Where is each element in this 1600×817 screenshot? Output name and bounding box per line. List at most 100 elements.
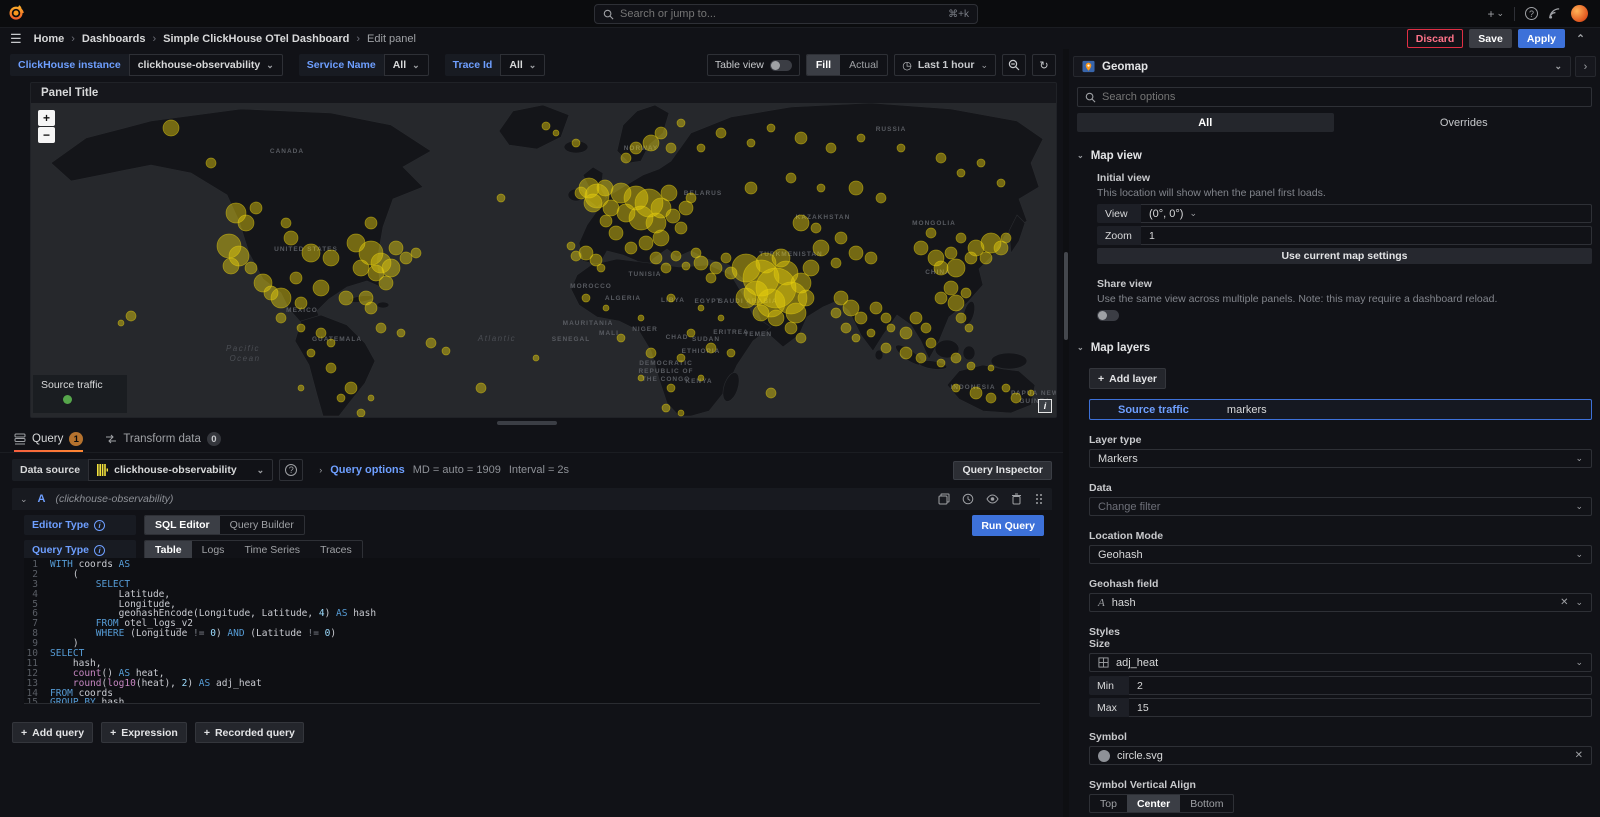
- sql-line[interactable]: 2 (: [24, 570, 1040, 580]
- run-query-button[interactable]: Run Query: [972, 515, 1044, 536]
- datasource-help-button[interactable]: ?: [279, 459, 303, 481]
- location-mode-select[interactable]: Geohash ⌄: [1089, 545, 1592, 564]
- collapse-up-icon[interactable]: ⌃: [1571, 29, 1590, 48]
- data-select[interactable]: Change filter ⌄: [1089, 497, 1592, 516]
- datasource-picker[interactable]: clickhouse-observability ⌄: [88, 459, 273, 481]
- datasource-label: Data source: [12, 459, 88, 481]
- valign-top-option[interactable]: Top: [1090, 795, 1127, 812]
- variable-value-service-name[interactable]: All⌄: [384, 54, 429, 76]
- geohash-field-select[interactable]: A hash ✕ ⌄: [1089, 593, 1592, 612]
- breadcrumb-item[interactable]: Dashboards: [82, 33, 146, 45]
- clear-icon[interactable]: ✕: [1575, 750, 1583, 761]
- chevron-down-icon[interactable]: ⌄: [20, 495, 28, 504]
- history-icon[interactable]: [962, 493, 974, 505]
- search-input[interactable]: [620, 8, 942, 20]
- add-menu-button[interactable]: +⌄: [1487, 7, 1504, 21]
- save-button[interactable]: Save: [1469, 29, 1512, 48]
- layer-type-select[interactable]: Markers ⌄: [1089, 449, 1592, 468]
- breadcrumb-item[interactable]: Home: [34, 33, 65, 45]
- variable-value-clickhouse-instance[interactable]: clickhouse-observability⌄: [129, 54, 283, 76]
- global-search[interactable]: ⌘+k: [594, 4, 978, 24]
- topbar-actions: +⌄ ?: [1487, 5, 1600, 22]
- tab-query[interactable]: Query 1: [14, 432, 83, 452]
- valign-bottom-option[interactable]: Bottom: [1180, 795, 1233, 812]
- sql-line[interactable]: 11 hash,: [24, 659, 1040, 669]
- sql-line[interactable]: 4 Latitude,: [24, 590, 1040, 600]
- map-zoom-out-button[interactable]: −: [38, 127, 55, 143]
- query-inspector-button[interactable]: Query Inspector: [953, 461, 1052, 480]
- delete-query-icon[interactable]: [1011, 493, 1022, 505]
- apply-button[interactable]: Apply: [1518, 29, 1565, 48]
- sql-editor-option[interactable]: SQL Editor: [145, 516, 220, 534]
- panel-title[interactable]: Panel Title: [31, 83, 1056, 103]
- query-builder-option[interactable]: Query Builder: [220, 516, 304, 534]
- refresh-button[interactable]: ↻: [1032, 54, 1056, 76]
- section-map-view[interactable]: ⌄ Map view: [1077, 150, 1592, 162]
- scrollbar-thumb[interactable]: [1064, 252, 1068, 340]
- sql-code-editor[interactable]: 1WITH coords AS2 (3 SELECT4 Latitude,5 L…: [24, 558, 1040, 704]
- add-layer-button[interactable]: + Add layer: [1089, 368, 1166, 389]
- help-icon[interactable]: ?: [1525, 7, 1538, 20]
- options-tab-overrides[interactable]: Overrides: [1336, 113, 1593, 132]
- hide-query-icon[interactable]: [986, 493, 999, 505]
- panel-resize-handle[interactable]: [497, 421, 557, 425]
- map-zoom-in-button[interactable]: +: [38, 110, 55, 126]
- max-input[interactable]: [1137, 702, 1583, 714]
- sql-line[interactable]: 1WITH coords AS: [24, 560, 1040, 570]
- sql-line[interactable]: 15GROUP BY hash: [24, 698, 1040, 704]
- options-search-input[interactable]: [1102, 91, 1584, 103]
- duplicate-icon[interactable]: [938, 493, 950, 505]
- info-icon[interactable]: i: [94, 545, 105, 556]
- map-attribution-icon[interactable]: i: [1038, 399, 1052, 413]
- sql-line[interactable]: 14FROM coords: [24, 689, 1040, 699]
- recorded-query-button[interactable]: + Recorded query: [195, 722, 304, 743]
- use-current-map-settings-button[interactable]: Use current map settings: [1097, 248, 1592, 264]
- table-view-toggle[interactable]: Table view: [707, 54, 800, 76]
- grafana-logo-icon[interactable]: [8, 5, 26, 23]
- chevron-down-icon: ⌄: [1575, 598, 1583, 607]
- variable-value-trace-id[interactable]: All⌄: [500, 54, 545, 76]
- add-query-button[interactable]: + Add query: [12, 722, 93, 743]
- time-range-picker[interactable]: ◷ Last 1 hour ⌄: [894, 54, 996, 76]
- drag-handle-icon[interactable]: [1034, 493, 1044, 505]
- breadcrumb-item[interactable]: Simple ClickHouse OTel Dashboard: [163, 33, 349, 45]
- sql-line[interactable]: 9 ): [24, 639, 1040, 649]
- sql-line[interactable]: 10SELECT: [24, 649, 1040, 659]
- valign-center-option[interactable]: Center: [1127, 795, 1180, 812]
- logs-option[interactable]: Logs: [192, 541, 235, 559]
- options-tab-all[interactable]: All: [1077, 113, 1334, 132]
- collapse-options-button[interactable]: ›: [1575, 56, 1596, 77]
- table-view-switch[interactable]: [770, 60, 792, 71]
- sql-line[interactable]: 3 SELECT: [24, 580, 1040, 590]
- options-search[interactable]: [1077, 87, 1592, 107]
- section-map-layers[interactable]: ⌄ Map layers: [1077, 342, 1592, 354]
- clear-icon[interactable]: ✕: [1560, 597, 1568, 608]
- size-field-select[interactable]: adj_heat ⌄: [1089, 653, 1592, 672]
- sql-line[interactable]: 13 round(log10(heat), 2) AS adj_heat: [24, 679, 1040, 689]
- time-series-option[interactable]: Time Series: [234, 541, 310, 559]
- info-icon[interactable]: i: [94, 520, 105, 531]
- actual-option[interactable]: Actual: [840, 55, 887, 75]
- fill-option[interactable]: Fill: [807, 55, 840, 75]
- tab-transform-data[interactable]: Transform data 0: [105, 432, 221, 452]
- visualization-picker[interactable]: Geomap ⌄: [1073, 56, 1571, 77]
- zoom-input[interactable]: [1149, 230, 1583, 242]
- traces-option[interactable]: Traces: [310, 541, 362, 559]
- layer-item-source-traffic[interactable]: Source traffic markers: [1089, 399, 1592, 420]
- expression-button[interactable]: + Expression: [101, 722, 187, 743]
- zoom-out-time-button[interactable]: [1002, 54, 1026, 76]
- news-icon[interactable]: [1548, 7, 1561, 20]
- world-map[interactable]: RUSSIACANADAUNITED STATESMEXICOGUATEMALA…: [31, 103, 1056, 417]
- symbol-select[interactable]: circle.svg ✕: [1089, 746, 1592, 765]
- discard-button[interactable]: Discard: [1407, 29, 1464, 48]
- query-row-header[interactable]: ⌄ A (clickhouse-observability): [12, 488, 1052, 510]
- share-view-switch[interactable]: [1097, 310, 1119, 321]
- sql-line[interactable]: 8 WHERE (Longitude != 0) AND (Latitude !…: [24, 629, 1040, 639]
- view-select[interactable]: (0°, 0°) ⌄: [1141, 204, 1592, 223]
- avatar[interactable]: [1571, 5, 1588, 22]
- table-option[interactable]: Table: [145, 541, 192, 559]
- min-input[interactable]: [1137, 680, 1583, 692]
- query-options-link[interactable]: Query options: [330, 464, 405, 476]
- menu-icon[interactable]: ☰: [10, 31, 22, 47]
- panel-options-pane: Geomap ⌄ › All Overrides ⌄ Map view Init…: [1069, 49, 1600, 817]
